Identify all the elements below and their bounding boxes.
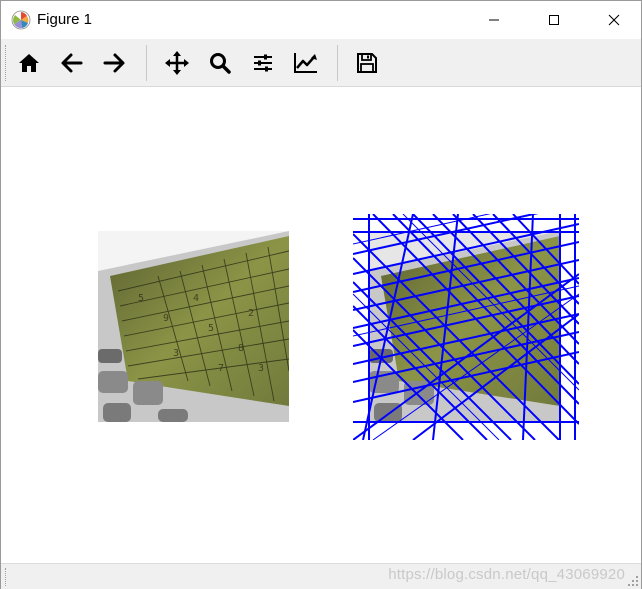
forward-button[interactable] (98, 47, 130, 79)
subplots-icon (254, 54, 272, 72)
navigation-toolbar (1, 39, 641, 87)
pan-button[interactable] (161, 47, 193, 79)
svg-text:7: 7 (218, 363, 224, 374)
window-title: Figure 1 (37, 11, 93, 28)
save-icon (357, 53, 377, 73)
svg-text:4: 4 (193, 293, 199, 304)
svg-text:2: 2 (248, 308, 254, 319)
svg-text:5: 5 (208, 323, 214, 334)
status-bar: https://blog.csdn.net/qq_43069920 (1, 563, 641, 589)
edit-axes-button[interactable] (290, 47, 322, 79)
toolbar-separator (146, 45, 147, 81)
home-icon (19, 54, 39, 72)
svg-text:9: 9 (163, 313, 169, 324)
back-arrow-icon (61, 53, 83, 73)
svg-text:3: 3 (258, 363, 264, 374)
forward-arrow-icon (103, 53, 125, 73)
zoom-icon (210, 53, 231, 74)
toolbar-separator (337, 45, 338, 81)
maximize-icon (549, 15, 559, 25)
subplot-hough-lines-image (353, 214, 579, 440)
maximize-button[interactable] (531, 1, 577, 39)
matplotlib-logo-icon (11, 10, 31, 30)
minimize-button[interactable] (471, 1, 517, 39)
pan-icon (165, 51, 189, 75)
subplots-button[interactable] (247, 47, 279, 79)
edit-axes-icon (294, 53, 317, 73)
svg-text:3: 3 (173, 348, 179, 359)
close-button[interactable] (591, 1, 637, 39)
toolbar-grip[interactable] (5, 45, 8, 81)
svg-text:8: 8 (238, 343, 244, 354)
subplot-original-image: 5 9 5 8 3 2 7 3 4 (98, 231, 289, 422)
watermark-text: https://blog.csdn.net/qq_43069920 (388, 566, 625, 583)
status-grip (5, 568, 8, 586)
close-icon (608, 14, 620, 26)
resize-grip-icon[interactable] (627, 575, 639, 587)
figure-canvas[interactable]: 5 9 5 8 3 2 7 3 4 (1, 87, 641, 563)
home-button[interactable] (13, 47, 45, 79)
figure-window: Figure 1 5 9 5 8 3 2 7 3 4 https://blog.… (0, 0, 642, 589)
zoom-button[interactable] (204, 47, 236, 79)
back-button[interactable] (56, 47, 88, 79)
svg-text:5: 5 (138, 293, 144, 304)
title-bar[interactable]: Figure 1 (1, 1, 641, 39)
save-button[interactable] (351, 47, 383, 79)
minimize-icon (489, 19, 499, 21)
